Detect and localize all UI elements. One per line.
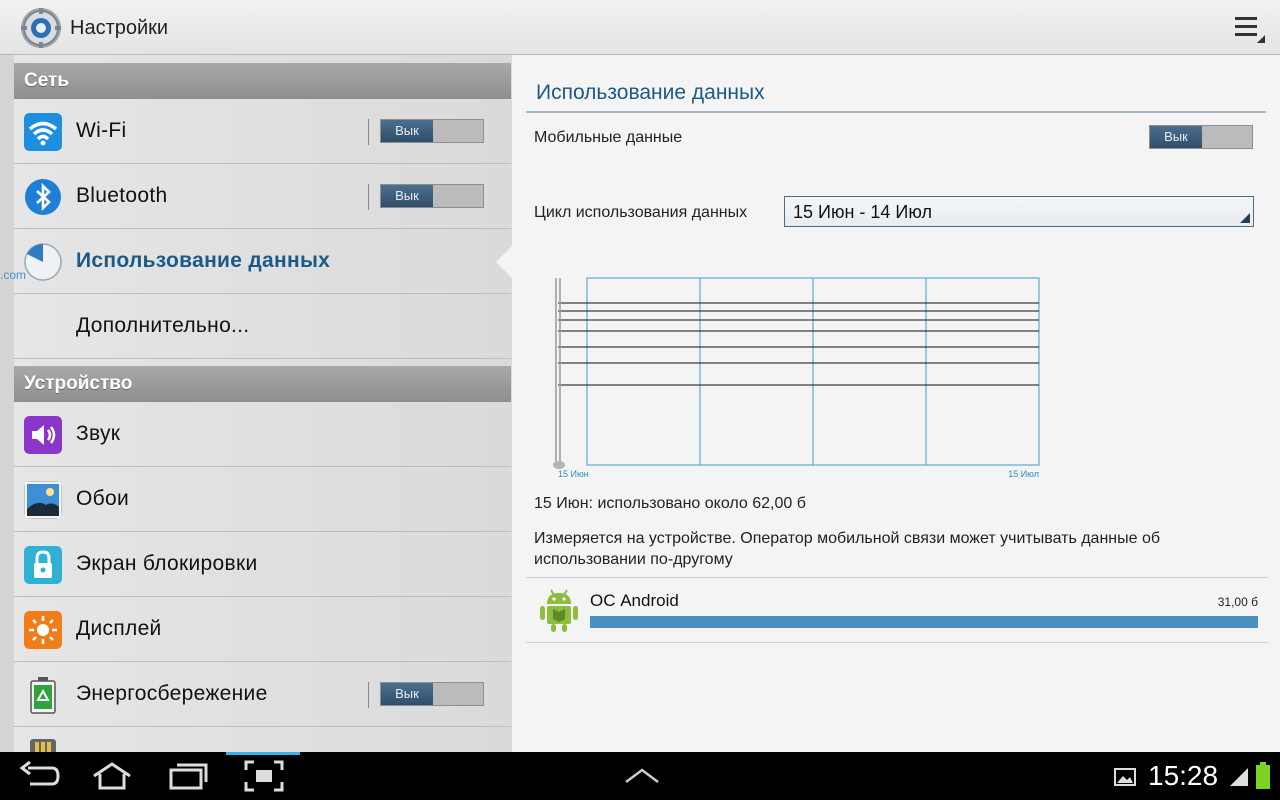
dropdown-arrow-icon (1240, 213, 1250, 223)
chart-grid (586, 277, 1040, 466)
sidebar-item-label: Энергосбережение (76, 682, 268, 705)
recent-apps-icon[interactable] (165, 760, 209, 792)
cycle-label: Цикл использования данных (534, 204, 748, 221)
x-tick-start: 15 Июн (558, 469, 589, 479)
action-bar: Настройки (0, 0, 1280, 55)
wifi-toggle[interactable]: Вык (380, 119, 484, 143)
sidebar-item-wallpaper[interactable]: Обои (14, 467, 511, 532)
sidebar-item-label: Bluetooth (76, 184, 168, 207)
home-icon[interactable] (90, 760, 134, 792)
back-icon[interactable] (18, 760, 62, 792)
range-sweep-handles[interactable] (555, 278, 561, 465)
data-usage-chart[interactable]: 15 Июн 15 Июл (552, 275, 1042, 485)
mobile-data-label: Мобильные данные (534, 129, 683, 146)
sidebar-item-label: Дополнительно... (76, 314, 250, 337)
sweep-handle-icon[interactable] (553, 461, 565, 469)
sidebar-item-label: Wi-Fi (76, 119, 127, 142)
sidebar-item-label: Звук (76, 422, 121, 445)
sidebar-item-wifi[interactable]: Wi-Fi Вык (14, 99, 511, 164)
android-icon (540, 589, 578, 632)
page-title: Использование данных (536, 81, 765, 104)
sidebar-item-label: Обои (76, 487, 129, 510)
sidebar-item-label: Использование данных (76, 249, 331, 272)
x-tick-end: 15 Июл (1008, 469, 1039, 479)
toggle-label: Вык (381, 185, 433, 207)
settings-list[interactable]: .com Сеть Wi-Fi Вык Bluetooth Вык Исполь… (0, 55, 512, 752)
cycle-value: 15 Июн - 14 Июл (793, 202, 932, 222)
battery-icon (1256, 762, 1270, 789)
detail-pane: Использование данных Мобильные данные Вы… (512, 55, 1280, 752)
sidebar-item-more[interactable]: Дополнительно... (14, 294, 511, 359)
lock-icon (24, 546, 62, 584)
divider (526, 577, 1268, 578)
toggle-label: Вык (1150, 126, 1202, 148)
sidebar-item-display[interactable]: Дисплей (14, 597, 511, 662)
divider (368, 184, 369, 210)
signal-icon (1230, 768, 1248, 786)
screenshot-icon[interactable] (242, 760, 286, 792)
bluetooth-toggle[interactable]: Вык (380, 184, 484, 208)
sidebar-item-lock-screen[interactable]: Экран блокировки (14, 532, 511, 597)
app-name: ОС Android (590, 591, 679, 610)
storage-icon (30, 739, 56, 752)
chart-levels (558, 302, 1039, 386)
app-usage-size: 31,00 б (1217, 595, 1258, 609)
power-saving-toggle[interactable]: Вык (380, 682, 484, 706)
section-header-network: Сеть (14, 63, 511, 99)
screenshot-highlight (226, 752, 300, 755)
wifi-icon (24, 113, 62, 151)
gallery-notification-icon[interactable] (1114, 768, 1136, 786)
sidebar-item-data-usage[interactable]: Использование данных (14, 229, 511, 294)
menu-button[interactable] (1226, 10, 1266, 46)
divider (526, 642, 1268, 643)
data-usage-icon (24, 243, 62, 281)
brightness-icon (24, 611, 62, 649)
sidebar-item-bluetooth[interactable]: Bluetooth Вык (14, 164, 511, 229)
selection-pointer (496, 246, 512, 278)
speaker-icon (24, 416, 62, 454)
app-title: Настройки (70, 17, 169, 39)
system-bar: 15:28 (0, 752, 1280, 800)
sidebar-item-partial[interactable] (14, 727, 511, 752)
cycle-dropdown[interactable]: 15 Июн - 14 Июл (784, 196, 1254, 227)
usage-summary: 15 Июн: использовано около 62,00 б (534, 495, 806, 512)
divider (368, 682, 369, 708)
wallpaper-icon (24, 481, 62, 519)
mobile-data-toggle[interactable]: Вык (1149, 125, 1253, 149)
measurement-note: Измеряется на устройстве. Оператор мобил… (534, 530, 1161, 568)
sidebar-item-label: Экран блокировки (76, 552, 258, 575)
settings-gear-icon[interactable] (19, 6, 63, 50)
app-usage-bar (590, 616, 1258, 628)
battery-recycle-icon (30, 677, 56, 714)
bluetooth-icon (25, 179, 61, 215)
section-header-device: Устройство (14, 366, 511, 402)
sidebar-item-power-saving[interactable]: Энергосбережение Вык (14, 662, 511, 727)
sidebar-item-sound[interactable]: Звук (14, 402, 511, 467)
toggle-label: Вык (381, 683, 433, 705)
clock: 15:28 (1148, 760, 1219, 791)
sidebar-item-label: Дисплей (76, 617, 162, 640)
menu-corner-icon (1257, 35, 1265, 43)
title-divider (526, 111, 1266, 113)
divider (368, 119, 369, 145)
left-edge (0, 55, 14, 752)
toggle-label: Вык (381, 120, 433, 142)
chevron-up-icon[interactable] (620, 760, 664, 792)
app-usage-bar-track (590, 616, 1258, 628)
